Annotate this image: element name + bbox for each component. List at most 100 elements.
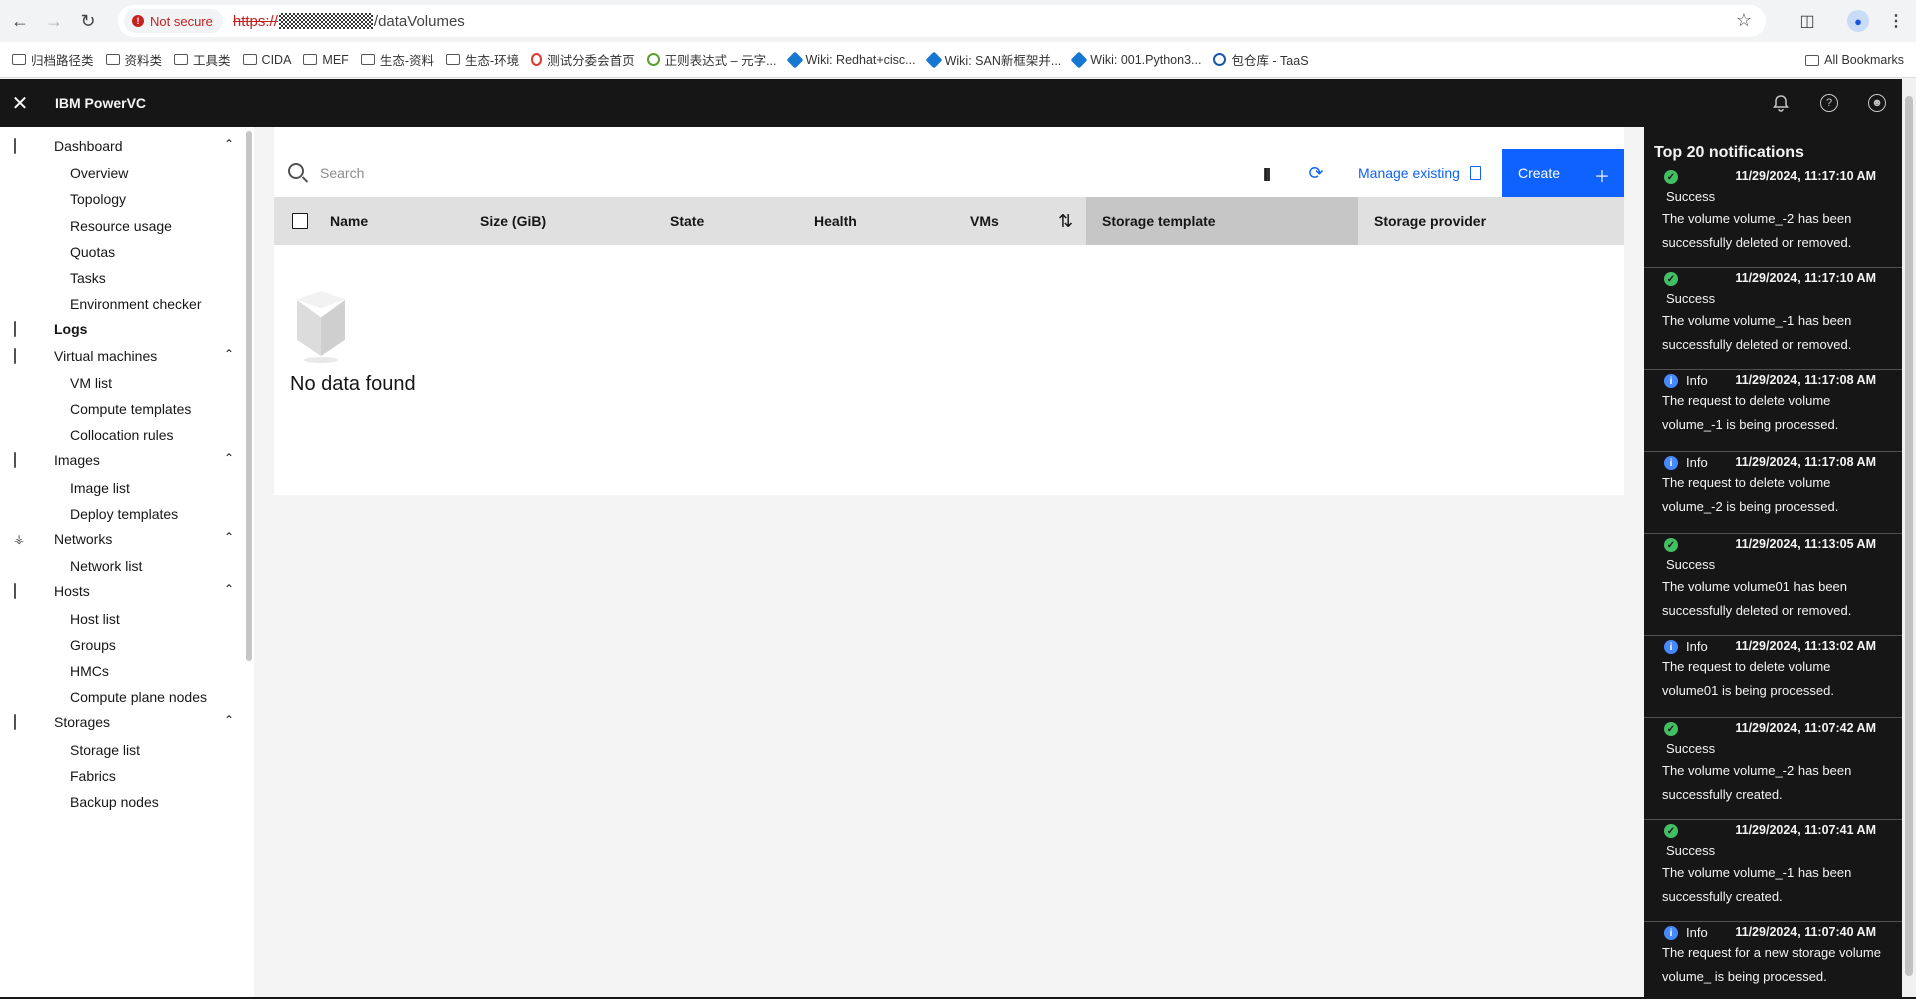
notification-time: 11/29/2024, 11:07:41 AM — [1735, 823, 1876, 837]
nav-section-networks[interactable]: ⚶ Networks ⌃ — [0, 523, 246, 555]
notification-item[interactable]: ✓ Success 11/29/2024, 11:17:10 AM The volum… — [1644, 268, 1902, 370]
nav-item-compute-plane-nodes[interactable]: Compute plane nodes — [70, 689, 207, 705]
nav-item-hmcs[interactable]: HMCs — [70, 663, 109, 679]
create-label: Create — [1518, 165, 1561, 181]
notification-item[interactable]: i Info 11/29/2024, 11:17:08 AM The request … — [1644, 452, 1902, 534]
close-nav-icon[interactable]: ✕ — [0, 79, 40, 127]
page-scrollbar-thumb[interactable] — [1905, 96, 1913, 976]
nav-item-image-list[interactable]: Image list — [70, 480, 130, 496]
chevron-up-icon[interactable]: ⌃ — [224, 347, 234, 361]
nav-item-deploy-templates[interactable]: Deploy templates — [70, 506, 178, 522]
bookmark-item[interactable]: 资料类 — [105, 50, 162, 69]
column-header-vms[interactable]: VMs — [970, 197, 999, 245]
column-settings-icon[interactable]: ||| — [1254, 161, 1278, 185]
success-check-icon: ✓ — [1664, 170, 1678, 184]
browser-toolbar: ← → ↻ ! Not secure https:// /dataVolumes… — [0, 0, 1916, 42]
notification-item[interactable]: i Info 11/29/2024, 11:07:40 AM The request … — [1644, 922, 1902, 999]
back-icon[interactable]: ← — [6, 7, 34, 35]
create-button[interactable]: Create ＋ — [1502, 149, 1624, 197]
notification-item[interactable]: i Info 11/29/2024, 11:13:02 AM The request … — [1644, 636, 1902, 718]
nav-item-resource-usage[interactable]: Resource usage — [70, 218, 172, 234]
chevron-up-icon[interactable]: ⌃ — [224, 137, 234, 151]
address-bar[interactable]: ! Not secure https:// /dataVolumes ☆ — [118, 5, 1766, 37]
bookmark-label: 归档路径类 — [31, 54, 94, 68]
bookmark-item[interactable]: Wiki: Redhat+cisc... — [786, 51, 916, 68]
notifications-bell-icon[interactable] — [1757, 79, 1805, 127]
column-header-health[interactable]: Health — [814, 197, 857, 245]
nav-item-network-list[interactable]: Network list — [70, 558, 142, 574]
refresh-icon[interactable]: ⟳ — [1304, 161, 1328, 185]
sort-arrows-icon[interactable]: ⇅ — [1058, 211, 1073, 232]
side-nav-scrollbar[interactable] — [246, 131, 252, 661]
column-header-storage-provider[interactable]: Storage provider — [1374, 197, 1486, 245]
nav-item-backup-nodes[interactable]: Backup nodes — [70, 794, 159, 810]
app-title[interactable]: IBM PowerVC — [55, 95, 146, 111]
nav-section-virtual-machines[interactable]: Virtual machines ⌃ — [0, 340, 246, 372]
bookmark-item[interactable]: 测试分委会首页 — [531, 50, 635, 69]
bookmark-star-icon[interactable]: ☆ — [1736, 10, 1752, 31]
nav-item-vm-list[interactable]: VM list — [70, 375, 112, 391]
nav-item-compute-templates[interactable]: Compute templates — [70, 401, 191, 417]
notification-item[interactable]: ✓ Success 11/29/2024, 11:07:42 AM The volum… — [1644, 718, 1902, 820]
browser-menu-icon[interactable]: ⋮ — [1882, 7, 1910, 35]
bookmark-item[interactable]: MEF — [303, 52, 349, 67]
chevron-up-icon[interactable]: ⌃ — [224, 713, 234, 727]
nav-section-images[interactable]: Images ⌃ — [0, 444, 246, 476]
extensions-icon[interactable]: ◫ — [1793, 7, 1821, 35]
chevron-up-icon[interactable]: ⌃ — [224, 451, 234, 465]
select-all-checkbox[interactable] — [292, 213, 308, 229]
bookmark-item[interactable]: 工具类 — [174, 50, 231, 69]
bookmark-item[interactable]: 生态-环境 — [445, 50, 519, 69]
help-icon[interactable]: ? — [1805, 79, 1853, 127]
column-header-storage-template[interactable]: Storage template — [1102, 197, 1216, 245]
nav-item-overview[interactable]: Overview — [70, 165, 128, 181]
folder-icon — [242, 54, 257, 65]
bookmark-item[interactable]: Wiki: SAN新框架并... — [925, 50, 1061, 69]
bookmark-item[interactable]: 生态-资料 — [360, 50, 434, 69]
url-text[interactable]: https:// /dataVolumes — [233, 13, 465, 30]
nav-section-hosts[interactable]: Hosts ⌃ — [0, 575, 246, 607]
notification-item[interactable]: ✓ Success 11/29/2024, 11:07:41 AM The volum… — [1644, 820, 1902, 922]
all-bookmarks-button[interactable]: All Bookmarks — [1805, 53, 1904, 67]
chevron-up-icon[interactable]: ⌃ — [224, 530, 234, 544]
bookmark-item[interactable]: 归档路径类 — [12, 50, 94, 69]
bookmark-item[interactable]: 包仓库 - TaaS — [1213, 50, 1309, 69]
chevron-up-icon[interactable]: ⌃ — [224, 582, 234, 596]
nav-section-dashboard[interactable]: Dashboard ⌃ — [0, 130, 246, 162]
column-header-state[interactable]: State — [670, 197, 704, 245]
bookmark-item[interactable]: 正则表达式 – 元字... — [646, 50, 777, 69]
notification-time: 11/29/2024, 11:17:10 AM — [1735, 169, 1876, 183]
notification-item[interactable]: ✓ Success 11/29/2024, 11:17:10 AM The volum… — [1644, 166, 1902, 268]
bookmark-item[interactable]: Wiki: 001.Python3... — [1070, 51, 1201, 68]
nav-item-quotas[interactable]: Quotas — [70, 244, 115, 260]
nav-section-storages[interactable]: Storages ⌃ — [0, 706, 246, 738]
column-header-name[interactable]: Name — [330, 197, 368, 245]
nav-item-collocation-rules[interactable]: Collocation rules — [70, 427, 174, 443]
notification-message: The volume volume01 has been successfull… — [1662, 579, 1852, 618]
notification-item[interactable]: ✓ Success 11/29/2024, 11:13:05 AM The volum… — [1644, 534, 1902, 636]
reload-icon[interactable]: ↻ — [74, 7, 102, 35]
nav-item-tasks[interactable]: Tasks — [70, 270, 106, 286]
nav-item-groups[interactable]: Groups — [70, 637, 116, 653]
nav-item-topology[interactable]: Topology — [70, 191, 126, 207]
forward-icon[interactable]: → — [40, 7, 68, 35]
bookmark-label: MEF — [322, 52, 349, 67]
notifications-title: Top 20 notifications — [1654, 144, 1804, 161]
notification-kind: Success — [1666, 741, 1716, 756]
bookmark-item[interactable]: CIDA — [242, 53, 291, 67]
search-input[interactable] — [320, 157, 920, 189]
notification-kind: Success — [1666, 843, 1716, 858]
column-header-size[interactable]: Size (GiB) — [480, 197, 546, 245]
manage-existing-link[interactable]: Manage existing — [1358, 163, 1481, 183]
user-account-icon[interactable]: ☻ — [1853, 79, 1901, 127]
nav-section-label: Logs — [54, 321, 88, 338]
nav-item-storage-list[interactable]: Storage list — [70, 742, 140, 758]
profile-button[interactable]: ● — [1844, 7, 1872, 35]
security-chip[interactable]: ! Not secure — [124, 9, 223, 33]
wiki-icon — [786, 51, 803, 68]
notification-kind: Info — [1686, 925, 1708, 940]
notification-item[interactable]: i Info 11/29/2024, 11:17:08 AM The request … — [1644, 370, 1902, 452]
nav-item-environment-checker[interactable]: Environment checker — [70, 296, 202, 312]
nav-item-fabrics[interactable]: Fabrics — [70, 768, 116, 784]
nav-item-host-list[interactable]: Host list — [70, 611, 120, 627]
